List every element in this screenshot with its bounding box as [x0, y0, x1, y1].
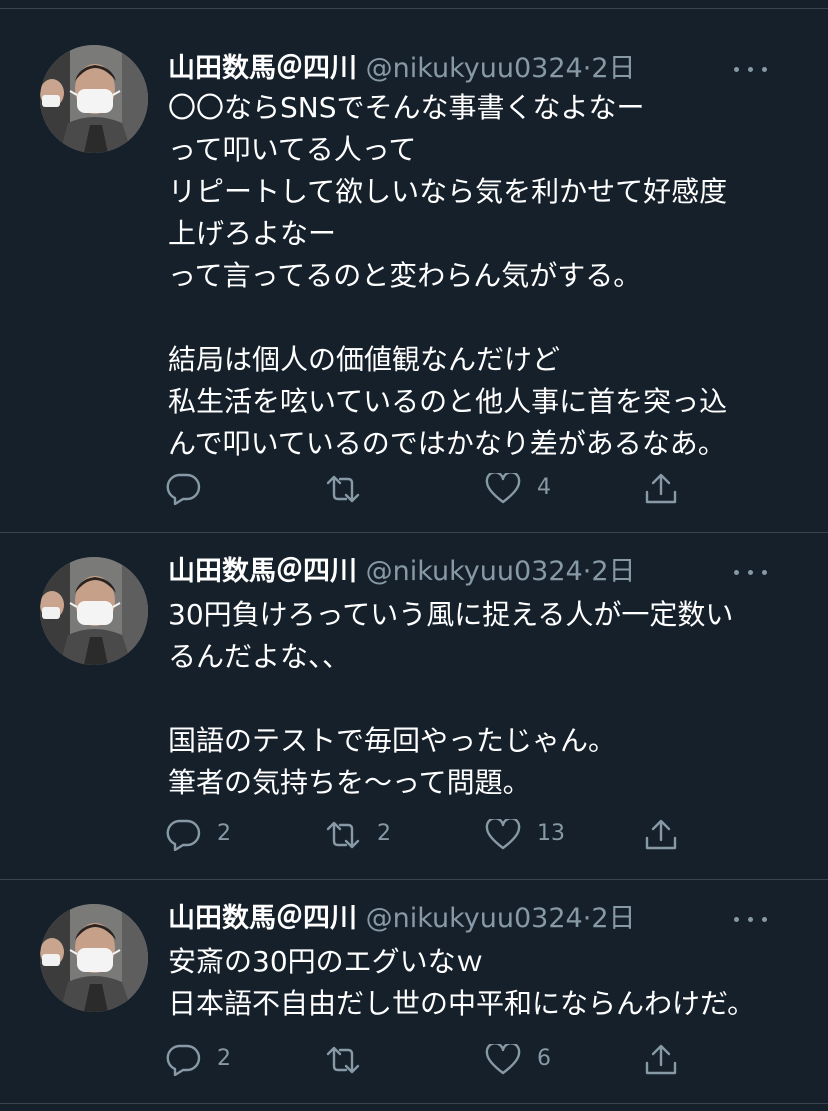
tweet-actions: 2 2 13 — [165, 815, 705, 855]
retweet-icon — [326, 821, 360, 849]
reply-icon — [166, 819, 201, 851]
like-icon — [485, 819, 521, 850]
reply-count: 2 — [217, 821, 231, 846]
more-icon[interactable] — [734, 901, 768, 937]
reply-count: 2 — [217, 1046, 231, 1071]
tweet-text: 〇〇ならSNSでそんな事書くなよなー って叩いてる人って リピートして欲しいなら… — [168, 91, 728, 460]
like-icon — [485, 473, 521, 504]
more-icon[interactable] — [734, 51, 768, 87]
tweet-actions: 4 — [165, 469, 705, 509]
tweet-header: 山田数馬＠四川 @nikukyuu0324·2日 — [168, 554, 808, 590]
more-icon[interactable] — [734, 554, 768, 590]
tweet-time[interactable]: 2日 — [591, 556, 635, 587]
tweet-time[interactable]: 2日 — [591, 53, 635, 84]
tweet-feed: 山田数馬＠四川 @nikukyuu0324·2日 〇〇ならSNSでそんな事書くな… — [0, 0, 828, 1111]
avatar[interactable] — [40, 45, 148, 153]
author-handle[interactable]: @nikukyuu0324 — [366, 903, 583, 934]
avatar[interactable] — [40, 557, 148, 665]
reply-icon — [166, 473, 201, 505]
like-icon — [485, 1044, 521, 1075]
tweet[interactable]: 山田数馬＠四川 @nikukyuu0324·2日 〇〇ならSNSでそんな事書くな… — [0, 9, 828, 533]
retweet-count: 2 — [377, 821, 391, 846]
like-count: 6 — [537, 1046, 551, 1071]
author-handle[interactable]: @nikukyuu0324 — [366, 556, 583, 587]
like-count: 4 — [537, 475, 551, 500]
author-name[interactable]: 山田数馬＠四川 — [168, 53, 357, 84]
reply-icon — [166, 1044, 201, 1076]
avatar[interactable] — [40, 904, 148, 1012]
retweet-icon — [326, 475, 360, 503]
share-icon — [645, 819, 677, 850]
avatar-photo — [40, 45, 148, 153]
retweet-icon — [326, 1046, 360, 1074]
share-icon — [645, 473, 677, 504]
tweet-text: 安斎の30円のエグいなｗ 日本語不自由だし世の中平和にならんわけだ。 — [168, 945, 756, 1020]
tweet-actions: 2 6 — [165, 1040, 705, 1080]
tweet-header: 山田数馬＠四川 @nikukyuu0324·2日 — [168, 51, 808, 87]
like-count: 13 — [537, 821, 565, 846]
avatar-photo — [40, 904, 148, 1012]
author-handle[interactable]: @nikukyuu0324 — [366, 53, 583, 84]
author-name[interactable]: 山田数馬＠四川 — [168, 903, 357, 934]
tweet[interactable]: 山田数馬＠四川 @nikukyuu0324·2日 30円負けろっていう風に捉える… — [0, 533, 828, 880]
tweet-header: 山田数馬＠四川 @nikukyuu0324·2日 — [168, 901, 808, 937]
share-icon — [645, 1044, 677, 1075]
author-name[interactable]: 山田数馬＠四川 — [168, 556, 357, 587]
tweet-time[interactable]: 2日 — [591, 903, 635, 934]
tweet[interactable]: 山田数馬＠四川 @nikukyuu0324·2日 安斎の30円のエグいなｗ 日本… — [0, 880, 828, 1104]
avatar-photo — [40, 557, 148, 665]
tweet-text: 30円負けろっていう風に捉える人が一定数い るんだよな、、 国語のテストで毎回や… — [168, 598, 734, 799]
